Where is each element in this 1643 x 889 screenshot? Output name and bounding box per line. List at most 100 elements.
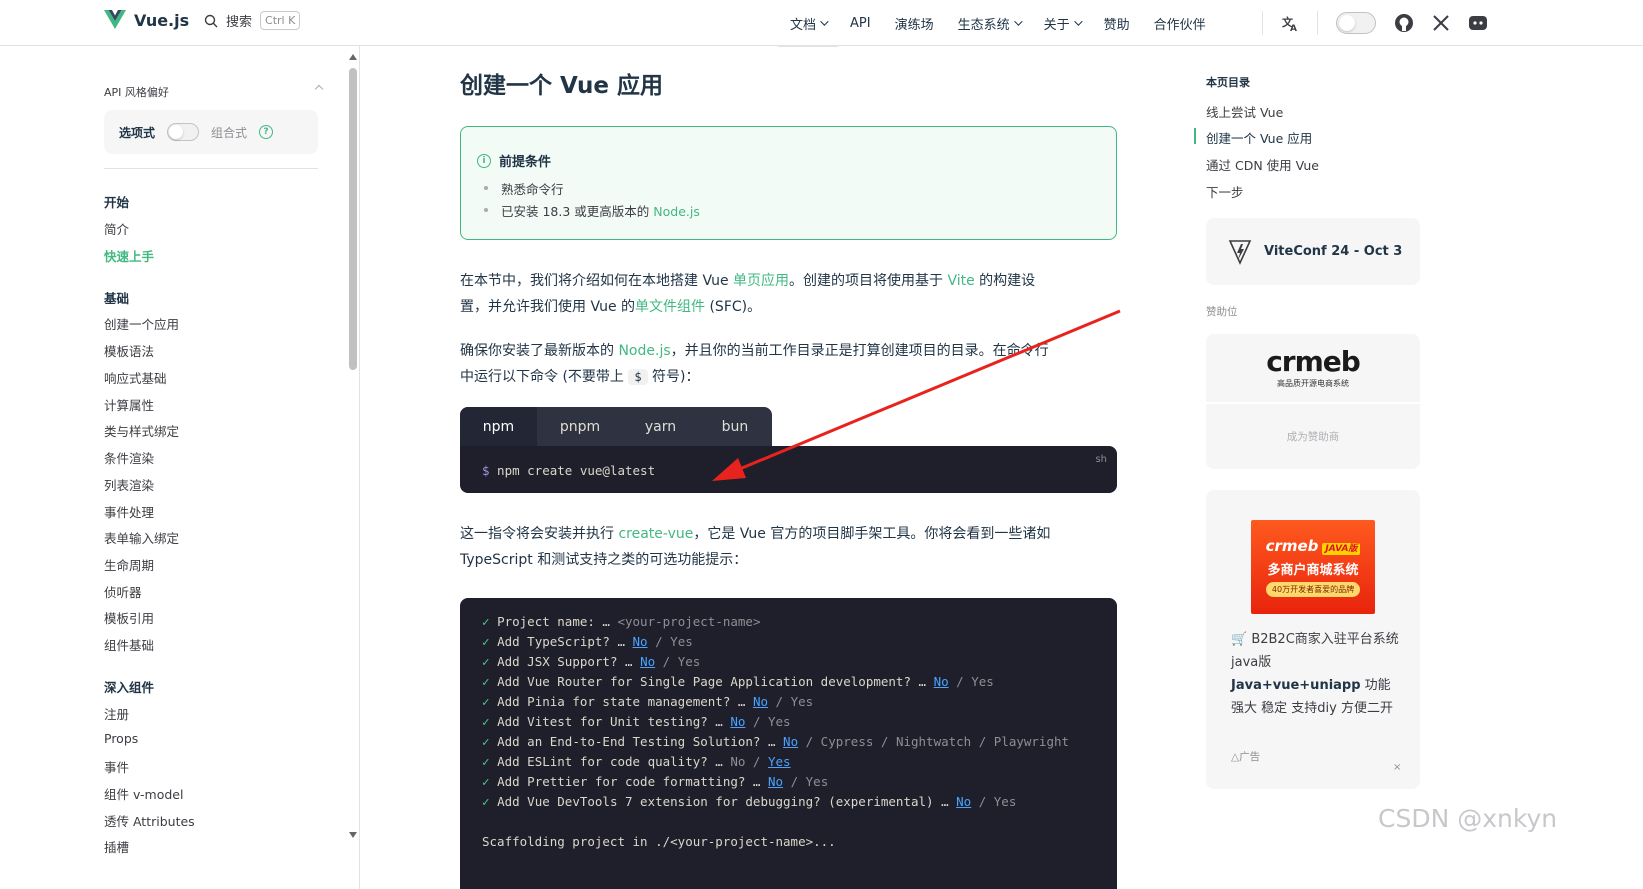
ad-mark: △广告 bbox=[1231, 751, 1261, 763]
viteconf-banner[interactable]: ViteConf 24 - Oct 3 bbox=[1206, 218, 1420, 285]
ad-box[interactable]: crmeb JAVA版 多商户商城系统 40万开发者喜爱的品牌 🛒 B2B2C商家… bbox=[1206, 490, 1420, 789]
search-shortcut: Ctrl K bbox=[260, 11, 301, 30]
nav-ecosystem[interactable]: 生态系统 bbox=[958, 0, 1023, 46]
chevron-up-icon[interactable] bbox=[314, 84, 324, 94]
text: 确保你安装了最新版本的 bbox=[460, 343, 619, 359]
sidebar-scrollbar[interactable] bbox=[346, 46, 359, 889]
nodejs-link[interactable]: Node.js bbox=[653, 204, 700, 219]
toc-item[interactable]: 线上尝试 Vue bbox=[1206, 102, 1283, 121]
scroll-down-arrow[interactable] bbox=[349, 832, 357, 838]
logo-text: Vue.js bbox=[134, 10, 190, 30]
search-button[interactable]: 搜索 Ctrl K bbox=[204, 11, 301, 30]
sidebar-item-watchers[interactable]: 侦听器 bbox=[104, 582, 142, 601]
text: 的构建设 bbox=[974, 273, 1036, 289]
toc-item-active[interactable]: 创建一个 Vue 应用 bbox=[1206, 128, 1312, 147]
sidebar-item-component-basics[interactable]: 组件基础 bbox=[104, 635, 154, 654]
api-preference-box: 选项式 组合式 ? bbox=[104, 110, 318, 154]
nav-playground[interactable]: 演练场 bbox=[895, 0, 934, 46]
tip-item: 熟悉命令行 bbox=[484, 179, 564, 198]
sidebar-item-list[interactable]: 列表渲染 bbox=[104, 475, 154, 494]
tab-yarn[interactable]: yarn bbox=[623, 407, 698, 447]
vite-link[interactable]: Vite bbox=[947, 273, 974, 289]
tab-bun[interactable]: bun bbox=[698, 407, 772, 447]
appearance-switch[interactable] bbox=[1336, 12, 1376, 34]
sidebar-group-components[interactable]: 深入组件 bbox=[104, 677, 154, 696]
terminal-line: ✓ Add Vue Router for Single Page Applica… bbox=[482, 674, 994, 689]
vue-logo-link[interactable]: Vue.js bbox=[104, 10, 189, 30]
sidebar-item-conditional[interactable]: 条件渲染 bbox=[104, 448, 154, 467]
option-api-label[interactable]: 选项式 bbox=[119, 124, 155, 141]
composition-api-label[interactable]: 组合式 bbox=[211, 124, 247, 141]
sidebar-item-registration[interactable]: 注册 bbox=[104, 704, 129, 723]
terminal-line: ✓ Add Vue DevTools 7 extension for debug… bbox=[482, 794, 1017, 809]
api-style-toggle[interactable] bbox=[167, 123, 200, 141]
toc-title: 本页目录 bbox=[1206, 76, 1250, 89]
nodejs-link[interactable]: Node.js bbox=[618, 343, 670, 359]
sidebar-item-props[interactable]: Props bbox=[104, 731, 138, 746]
scroll-thumb[interactable] bbox=[349, 68, 357, 370]
ad-close-icon[interactable]: × bbox=[1393, 762, 1401, 773]
sidebar: API 风格偏好 选项式 组合式 ? 开始 简介 快速上手 基础 创建一个应用 … bbox=[0, 46, 360, 889]
spa-link[interactable]: 单页应用 bbox=[733, 273, 789, 289]
github-icon[interactable] bbox=[1394, 13, 1414, 33]
nav-menu: 文档 API 演练场 生态系统 关于 赞助 合作伙伴 bbox=[777, 0, 1230, 47]
search-icon bbox=[204, 14, 218, 27]
right-aside: 本页目录 线上尝试 Vue 创建一个 Vue 应用 通过 CDN 使用 Vue … bbox=[1194, 46, 1643, 889]
terminal-line: ✓ Project name: … <your-project-name> bbox=[482, 614, 761, 629]
sponsor-crmeb[interactable]: crmeb 高品质开源电商系统 bbox=[1206, 334, 1420, 402]
sidebar-item-class-style[interactable]: 类与样式绑定 bbox=[104, 421, 179, 440]
nav-partners-label: 合作伙伴 bbox=[1153, 17, 1206, 33]
sidebar-divider bbox=[104, 168, 318, 169]
toc-item[interactable]: 通过 CDN 使用 Vue bbox=[1206, 155, 1319, 174]
nav-about[interactable]: 关于 bbox=[1044, 0, 1083, 46]
scroll-up-arrow[interactable] bbox=[349, 54, 357, 60]
nav-sponsor[interactable]: 赞助 bbox=[1104, 0, 1130, 46]
code-language: sh bbox=[1095, 454, 1107, 465]
nav-divider bbox=[1262, 11, 1263, 35]
sidebar-item-forms[interactable]: 表单输入绑定 bbox=[104, 528, 179, 547]
sidebar-item-v-model[interactable]: 组件 v-model bbox=[104, 784, 183, 803]
sidebar-item-lifecycle[interactable]: 生命周期 bbox=[104, 555, 154, 574]
sidebar-item-introduction[interactable]: 简介 bbox=[104, 219, 129, 238]
discord-icon[interactable] bbox=[1468, 14, 1488, 32]
toc-item[interactable]: 下一步 bbox=[1206, 182, 1244, 201]
sponsor-label: 赞助位 bbox=[1206, 306, 1238, 318]
sidebar-item-template-syntax[interactable]: 模板语法 bbox=[104, 341, 154, 360]
sidebar-item-events[interactable]: 事件 bbox=[104, 757, 129, 776]
help-icon[interactable]: ? bbox=[259, 125, 274, 139]
sidebar-item-reactivity[interactable]: 响应式基础 bbox=[104, 368, 167, 387]
sidebar-group-getting-started[interactable]: 开始 bbox=[104, 192, 129, 211]
sidebar-item-event-handling[interactable]: 事件处理 bbox=[104, 502, 154, 521]
sidebar-item-attrs[interactable]: 透传 Attributes bbox=[104, 811, 195, 830]
install-code-block: $ npm create vue@latest sh bbox=[460, 446, 1117, 493]
ad-text[interactable]: 🛒 B2B2C商家入驻平台系统java版 Java+vue+uniapp 功能强大… bbox=[1231, 628, 1401, 720]
code-prompt: $ bbox=[482, 463, 490, 478]
nav-api[interactable]: API bbox=[850, 0, 871, 46]
sidebar-group-essentials[interactable]: 基础 bbox=[104, 288, 129, 307]
ad-image[interactable]: crmeb JAVA版 多商户商城系统 40万开发者喜爱的品牌 bbox=[1251, 520, 1375, 614]
translate-icon[interactable]: 文A bbox=[1281, 14, 1299, 32]
tab-npm[interactable]: npm bbox=[460, 407, 537, 447]
sidebar-item-application[interactable]: 创建一个应用 bbox=[104, 314, 179, 333]
sidebar-item-slots[interactable]: 插槽 bbox=[104, 837, 129, 856]
main-content: 创建一个 Vue 应用 i 前提条件 熟悉命令行 已安装 18.3 或更高版本的… bbox=[360, 46, 1200, 889]
x-icon[interactable] bbox=[1432, 14, 1450, 32]
create-vue-link[interactable]: create-vue bbox=[618, 526, 693, 542]
nav-api-label: API bbox=[850, 15, 871, 31]
sidebar-item-quick-start[interactable]: 快速上手 bbox=[104, 246, 154, 265]
chevron-down-icon bbox=[1013, 17, 1023, 26]
terminal-line: ✓ Add JSX Support? … No / Yes bbox=[482, 654, 701, 669]
nav-docs[interactable]: 文档 bbox=[777, 0, 839, 47]
sidebar-item-computed[interactable]: 计算属性 bbox=[104, 395, 154, 414]
nav-partners[interactable]: 合作伙伴 bbox=[1154, 0, 1206, 46]
sidebar-item-template-refs[interactable]: 模板引用 bbox=[104, 608, 154, 627]
text: 这一指令将会安装并执行 bbox=[460, 526, 619, 542]
top-navbar: Vue.js 搜索 Ctrl K 文档 API 演练场 生态系统 关于 赞助 合… bbox=[0, 0, 1643, 47]
info-icon: i bbox=[477, 153, 491, 168]
sun-icon bbox=[1339, 15, 1355, 31]
page-title: 创建一个 Vue 应用 bbox=[460, 73, 663, 99]
terminal-output: ✓ Project name: … <your-project-name> ✓ … bbox=[460, 598, 1117, 889]
tab-pnpm[interactable]: pnpm bbox=[537, 407, 623, 447]
sfc-link[interactable]: 单文件组件 bbox=[635, 299, 705, 315]
become-sponsor-link[interactable]: 成为赞助商 bbox=[1206, 404, 1420, 469]
